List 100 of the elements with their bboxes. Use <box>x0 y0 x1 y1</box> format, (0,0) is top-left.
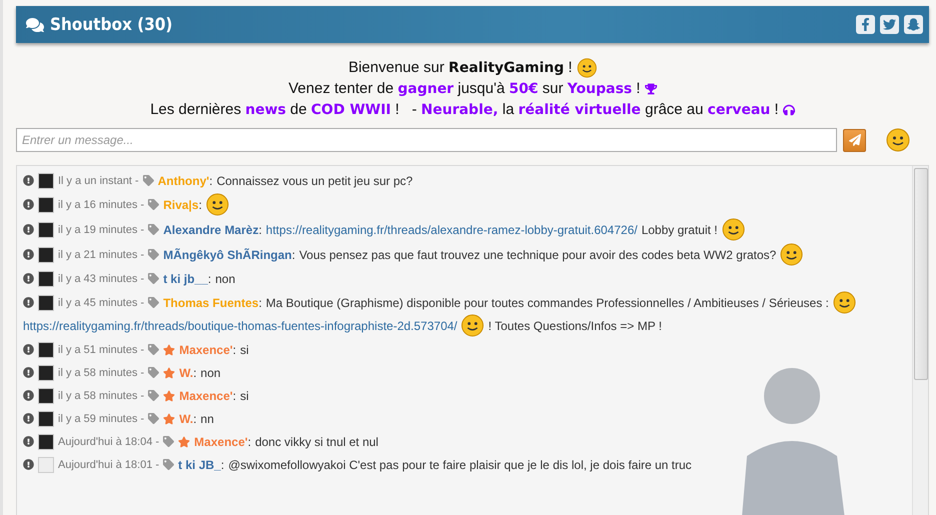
shoutbox-title: Shoutbox (30) <box>50 14 173 34</box>
welcome-line: Les dernières news de COD WWII ! - Neurable, la réalité virtuelle grâce au cerveau ! <box>150 100 780 120</box>
avatar <box>38 246 54 262</box>
message-text: Vous pensez pas que faut trouvez une technique pour avoir des codes beta WW2 gratos? <box>299 248 776 262</box>
report-icon[interactable] <box>23 459 34 470</box>
facebook-button[interactable] <box>856 15 875 34</box>
message-time: il y a 51 minutes - <box>58 344 144 356</box>
tag-icon <box>148 344 160 355</box>
smiley-icon <box>576 58 597 78</box>
colon: : <box>220 458 224 472</box>
report-icon[interactable] <box>23 413 34 424</box>
message-time: Il y a un instant - <box>58 174 139 186</box>
ghost-icon <box>907 18 920 31</box>
message-link[interactable]: https://realitygaming.fr/threads/alexandre-ramez-lobby-gratuit.604726/ <box>266 222 638 236</box>
send-icon <box>848 134 860 146</box>
message-time: il y a 16 minutes - <box>58 198 144 210</box>
message-time: il y a 58 minutes - <box>58 366 144 378</box>
message-text: si <box>240 388 249 402</box>
avatar <box>38 364 54 380</box>
tag-icon <box>148 390 160 401</box>
author-name[interactable]: Maxence' <box>179 388 233 402</box>
facebook-icon <box>859 18 872 31</box>
welcome-line: Venez tenter de gagner jusqu'à 50€ sur Youpass ! <box>288 79 642 99</box>
author-name[interactable]: Thomas Fuentes <box>163 296 259 310</box>
author-name[interactable]: t ki jb__ <box>163 272 208 286</box>
colon: : <box>258 296 262 310</box>
message-text: donc vikky si tnul et nul <box>255 434 378 448</box>
message-time: Aujourd'hui à 18:01 - <box>58 458 160 470</box>
message-text: Connaissez vous un petit jeu sur pc? <box>216 174 413 188</box>
avatar <box>38 410 54 426</box>
tag-icon <box>148 199 160 210</box>
tag-icon <box>142 175 154 186</box>
report-icon[interactable] <box>23 273 34 284</box>
tag-icon <box>148 367 160 378</box>
message-text: non <box>215 272 236 286</box>
avatar <box>38 388 54 404</box>
message-time: il y a 21 minutes - <box>58 248 144 260</box>
author-name[interactable]: W. <box>179 412 194 426</box>
smiley-icon <box>461 314 484 337</box>
author-name[interactable]: W. <box>179 366 194 380</box>
message-time: il y a 45 minutes - <box>58 296 144 308</box>
colon: : <box>208 272 212 286</box>
send-button[interactable] <box>843 128 866 152</box>
author-name[interactable]: Alexandre Marèz <box>163 222 259 236</box>
author-name[interactable]: Riva|s <box>163 198 199 212</box>
report-icon[interactable] <box>23 367 34 378</box>
report-icon[interactable] <box>23 199 34 210</box>
report-icon[interactable] <box>23 224 34 235</box>
avatar <box>38 434 54 450</box>
tag-icon <box>163 436 174 447</box>
emoji-button[interactable] <box>886 128 910 152</box>
author-name[interactable]: MÃngêkyô ShÃRingan <box>163 248 292 262</box>
tag-icon <box>148 224 160 235</box>
colon: : <box>292 248 296 262</box>
scrollbar[interactable] <box>912 166 928 515</box>
colon: : <box>193 412 197 426</box>
message-time: il y a 58 minutes - <box>58 390 144 402</box>
twitter-button[interactable] <box>880 15 899 34</box>
avatar <box>38 222 54 238</box>
welcome-line: Bienvenue sur RealityGaming ! <box>348 58 574 78</box>
report-icon[interactable] <box>23 344 34 355</box>
author-name[interactable]: Maxence' <box>179 342 233 356</box>
avatar <box>38 172 54 188</box>
colon: : <box>232 342 236 356</box>
author-name[interactable]: Anthony' <box>158 174 210 188</box>
colon: : <box>258 222 262 236</box>
report-icon[interactable] <box>23 249 34 260</box>
tag-icon <box>148 249 160 260</box>
smiley-icon <box>832 291 856 314</box>
snapchat-button[interactable] <box>904 15 923 34</box>
report-icon[interactable] <box>23 436 34 447</box>
report-icon[interactable] <box>23 390 34 401</box>
smiley-icon <box>886 128 910 152</box>
avatar <box>38 294 54 310</box>
message-time: il y a 19 minutes - <box>58 224 144 236</box>
message-text: @swixomefollowyakoi C'est pas pour te faire plaisir que je le dis lol, je dois faire un truc <box>228 458 692 472</box>
colon: : <box>248 434 252 448</box>
report-icon[interactable] <box>23 297 34 308</box>
message-text: non <box>200 366 221 380</box>
smiley-icon <box>722 218 745 241</box>
author-name[interactable]: Maxence' <box>194 434 248 448</box>
headphones-icon <box>782 104 795 116</box>
author-name[interactable]: t ki JB_ <box>178 458 221 472</box>
tag-icon <box>148 297 160 308</box>
message-time: il y a 43 minutes - <box>58 272 144 284</box>
message-link[interactable]: https://realitygaming.fr/threads/boutique-thomas-fuentes-infographiste-2d.573704/ <box>23 318 458 332</box>
message-text: si <box>240 342 249 356</box>
tag-icon <box>148 273 160 284</box>
avatar <box>38 270 54 286</box>
message-text: Lobby gratuit ! <box>641 222 718 236</box>
colon: : <box>193 366 197 380</box>
colon: : <box>198 198 202 212</box>
message-input[interactable]: Entrer un message... <box>16 128 837 152</box>
avatar <box>38 456 54 472</box>
message-time: Aujourd'hui à 18:04 - <box>58 436 160 448</box>
message-text: ! Toutes Questions/Infos => MP ! <box>488 318 662 332</box>
colon: : <box>232 388 236 402</box>
smiley-icon <box>206 193 229 216</box>
twitter-icon <box>883 18 896 31</box>
report-icon[interactable] <box>23 175 34 186</box>
